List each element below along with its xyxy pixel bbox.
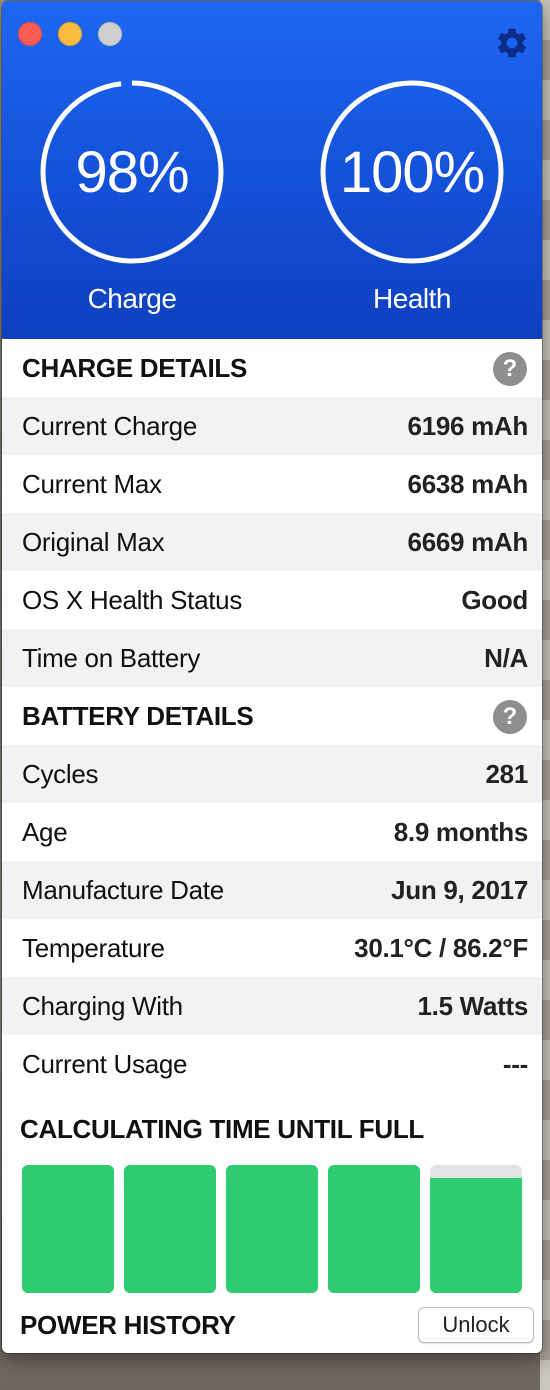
charge-percentage: 98% bbox=[75, 139, 189, 205]
detail-row-age: Age 8.9 months bbox=[2, 803, 542, 861]
row-label: Current Usage bbox=[22, 1048, 188, 1079]
zoom-window-button[interactable] bbox=[98, 22, 122, 46]
detail-row-cycles: Cycles 281 bbox=[2, 745, 542, 803]
battery-details-header: BATTERY DETAILS ? bbox=[2, 687, 542, 745]
close-window-button[interactable] bbox=[18, 22, 42, 46]
health-label: Health bbox=[373, 283, 451, 314]
charge-details-header: CHARGE DETAILS ? bbox=[2, 339, 542, 397]
row-value: Jun 9, 2017 bbox=[391, 874, 528, 905]
battery-bar-fill bbox=[430, 1177, 522, 1293]
row-label: Current Max bbox=[22, 468, 162, 499]
detail-row-health-status: OS X Health Status Good bbox=[2, 571, 542, 629]
summary-header: 98% 100% Charge Health bbox=[2, 1, 542, 339]
row-label: Age bbox=[22, 816, 68, 847]
row-value: 30.1°C / 86.2°F bbox=[354, 932, 528, 963]
detail-row-current-max: Current Max 6638 mAh bbox=[2, 455, 542, 513]
row-label: Current Charge bbox=[22, 410, 197, 441]
battery-bar-fill bbox=[226, 1165, 318, 1293]
row-value: 6638 mAh bbox=[407, 468, 529, 499]
battery-bar bbox=[22, 1165, 114, 1293]
section-title: CHARGE DETAILS bbox=[22, 352, 247, 383]
battery-bar-fill bbox=[328, 1165, 420, 1293]
row-label: OS X Health Status bbox=[22, 584, 243, 615]
question-circle-icon[interactable]: ? bbox=[493, 352, 527, 386]
row-value: 6196 mAh bbox=[407, 410, 529, 441]
row-label: Original Max bbox=[22, 526, 165, 557]
row-label: Manufacture Date bbox=[22, 874, 224, 905]
minimize-window-button[interactable] bbox=[58, 22, 82, 46]
battery-bar-fill bbox=[22, 1165, 114, 1293]
charge-label: Charge bbox=[87, 283, 177, 314]
unlock-button[interactable]: Unlock bbox=[418, 1307, 534, 1343]
battery-level-bars bbox=[22, 1165, 522, 1293]
question-circle-icon[interactable]: ? bbox=[493, 700, 527, 734]
row-label: Charging With bbox=[22, 990, 183, 1021]
row-value: 8.9 months bbox=[393, 816, 529, 847]
row-label: Temperature bbox=[22, 932, 165, 963]
row-label: Time on Battery bbox=[22, 642, 201, 673]
battery-bar bbox=[226, 1165, 318, 1293]
time-until-full-title: CALCULATING TIME UNTIL FULL bbox=[20, 1114, 424, 1144]
row-value: 1.5 Watts bbox=[417, 990, 529, 1021]
detail-row-charging-with: Charging With 1.5 Watts bbox=[2, 977, 542, 1035]
detail-row-time-on-battery: Time on Battery N/A bbox=[2, 629, 542, 687]
detail-row-current-usage: Current Usage --- bbox=[2, 1035, 542, 1093]
row-value: N/A bbox=[484, 642, 528, 673]
row-value: 281 bbox=[485, 758, 529, 789]
detail-row-current-charge: Current Charge 6196 mAh bbox=[2, 397, 542, 455]
battery-bar-fill bbox=[124, 1165, 216, 1293]
row-value: 6669 mAh bbox=[407, 526, 529, 557]
battery-bar bbox=[430, 1165, 522, 1293]
row-value: Good bbox=[461, 584, 528, 615]
battery-bar bbox=[328, 1165, 420, 1293]
section-title: BATTERY DETAILS bbox=[22, 700, 254, 731]
battery-bar bbox=[124, 1165, 216, 1293]
battery-app-window: 98% 100% Charge Health CHARGE DETAILS ? … bbox=[2, 1, 542, 1353]
detail-row-original-max: Original Max 6669 mAh bbox=[2, 513, 542, 571]
detail-row-temperature: Temperature 30.1°C / 86.2°F bbox=[2, 919, 542, 977]
row-value: --- bbox=[502, 1048, 528, 1079]
power-history-title: POWER HISTORY bbox=[20, 1310, 236, 1340]
gear-icon[interactable] bbox=[494, 25, 530, 61]
row-label: Cycles bbox=[22, 758, 99, 789]
detail-row-manufacture-date: Manufacture Date Jun 9, 2017 bbox=[2, 861, 542, 919]
health-percentage: 100% bbox=[339, 139, 485, 205]
